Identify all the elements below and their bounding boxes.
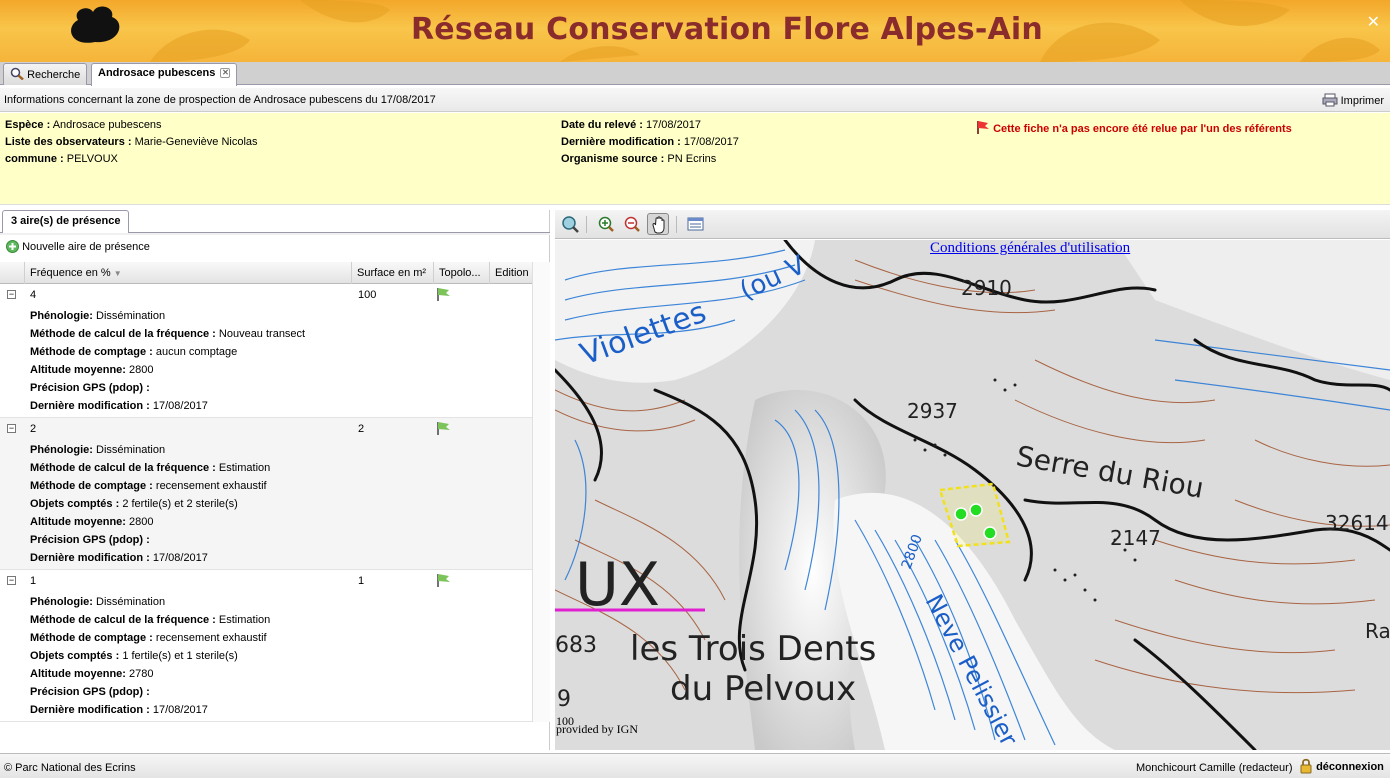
app-banner: Réseau Conservation Flore Alpes-Ain ✕ (0, 0, 1390, 62)
grid-scrollbar[interactable] (532, 262, 550, 722)
map-label-trois-dents: les Trois Dents (630, 629, 876, 669)
green-flag-icon[interactable] (436, 573, 452, 587)
zoom-out-button[interactable] (621, 213, 643, 235)
search-icon (10, 67, 24, 81)
presence-point[interactable] (969, 503, 983, 517)
grid-header: Fréquence en % ▼ Surface en m² Topolo...… (0, 262, 532, 284)
map-label-2147: 2147 (1110, 526, 1161, 550)
collapse-icon[interactable]: − (7, 290, 16, 299)
map-label-2937: 2937 (907, 399, 958, 423)
presence-point[interactable] (983, 526, 997, 540)
observateurs-row: Liste des observateurs : Marie-Geneviève… (5, 136, 258, 148)
topo-map[interactable]: Violettes (ou V Neve Pelissier 2800 2910… (555, 240, 1390, 750)
close-icon[interactable]: ✕ (1367, 12, 1380, 32)
map-provider: provided by IGN (556, 722, 638, 736)
layers-button[interactable] (685, 213, 707, 235)
add-icon (6, 240, 19, 253)
layers-list-icon (687, 217, 704, 231)
lock-icon (1300, 758, 1312, 774)
tab-label: Androsace pubescens (98, 67, 216, 79)
review-warning: Cette fiche n'a pas encore été relue par… (976, 120, 1292, 135)
green-flag-icon[interactable] (436, 287, 452, 301)
print-button[interactable]: Imprimer (1322, 93, 1384, 107)
globe-zoom-icon (562, 216, 579, 233)
map-label-683: 683 (555, 633, 597, 658)
new-area-button[interactable]: Nouvelle aire de présence (6, 240, 150, 253)
date-row: Date du relevé : 17/08/2017 (561, 119, 702, 131)
tab-androsace[interactable]: Androsace pubescens ✕ (91, 63, 238, 86)
col-topologie[interactable]: Topolo... (433, 262, 489, 284)
map-view[interactable]: Violettes (ou V Neve Pelissier 2800 2910… (555, 240, 1390, 750)
pan-button[interactable] (647, 213, 669, 235)
table-row[interactable]: − 1 1 Phénologie: Dissémination Méthode … (0, 570, 532, 722)
logout-button[interactable]: déconnexion (1299, 758, 1384, 774)
map-toolbar (555, 210, 1390, 239)
cgu-link[interactable]: Conditions générales d'utilisation (930, 240, 1130, 257)
tab-recherche[interactable]: Recherche (3, 63, 88, 85)
map-label-pelvoux: du Pelvoux (670, 669, 856, 709)
print-label: Imprimer (1340, 95, 1384, 107)
presence-panel: 3 aire(s) de présence Nouvelle aire de p… (0, 210, 550, 750)
map-label-9: 9 (557, 687, 571, 712)
table-row[interactable]: − 4 100 Phénologie: Dissémination Méthod… (0, 284, 532, 418)
tab-bar: Recherche Androsace pubescens ✕ (0, 62, 1390, 86)
organisme-row: Organisme source : PN Ecrins (561, 153, 717, 165)
record-details: Espèce : Androsace pubescens Liste des o… (0, 113, 1390, 205)
presence-point[interactable] (954, 507, 968, 521)
user-name: Monchicourt Camille (redacteur) (1136, 762, 1293, 774)
col-frequence[interactable]: Fréquence en % ▼ (24, 262, 351, 284)
commune-row: commune : PELVOUX (5, 153, 118, 165)
info-text: Informations concernant la zone de prosp… (4, 94, 436, 106)
green-flag-icon[interactable] (436, 421, 452, 435)
tab-label: Recherche (27, 69, 81, 81)
modif-row: Dernière modification : 17/08/2017 (561, 136, 739, 148)
map-label-32614: 32614 (1325, 511, 1389, 535)
printer-icon (1322, 93, 1338, 107)
collapse-icon[interactable]: − (7, 424, 16, 433)
footer: © Parc National des Ecrins Monchicourt C… (0, 753, 1390, 778)
hand-pan-icon (652, 216, 665, 234)
zoom-out-icon (624, 216, 640, 232)
table-row[interactable]: − 2 2 Phénologie: Dissémination Méthode … (0, 418, 532, 570)
tab-close-icon[interactable]: ✕ (220, 68, 231, 78)
app-title: Réseau Conservation Flore Alpes-Ain (411, 12, 1043, 47)
map-label-2910: 2910 (961, 276, 1012, 300)
collapse-icon[interactable]: − (7, 576, 16, 585)
col-surface[interactable]: Surface en m² (351, 262, 433, 284)
info-bar: Informations concernant la zone de prosp… (0, 88, 1390, 112)
zoom-in-button[interactable] (595, 213, 617, 235)
map-label-ra: Ra (1365, 619, 1390, 643)
espece-row: Espèce : Androsace pubescens (5, 119, 162, 131)
map-label-ux: UX (575, 550, 660, 620)
copyright: © Parc National des Ecrins (4, 762, 136, 774)
zoom-in-icon (598, 216, 614, 232)
tab-presence[interactable]: 3 aire(s) de présence (2, 210, 130, 233)
zoom-extent-button[interactable] (559, 213, 581, 235)
red-flag-icon (977, 121, 989, 134)
presence-grid: Fréquence en % ▼ Surface en m² Topolo...… (0, 262, 532, 722)
